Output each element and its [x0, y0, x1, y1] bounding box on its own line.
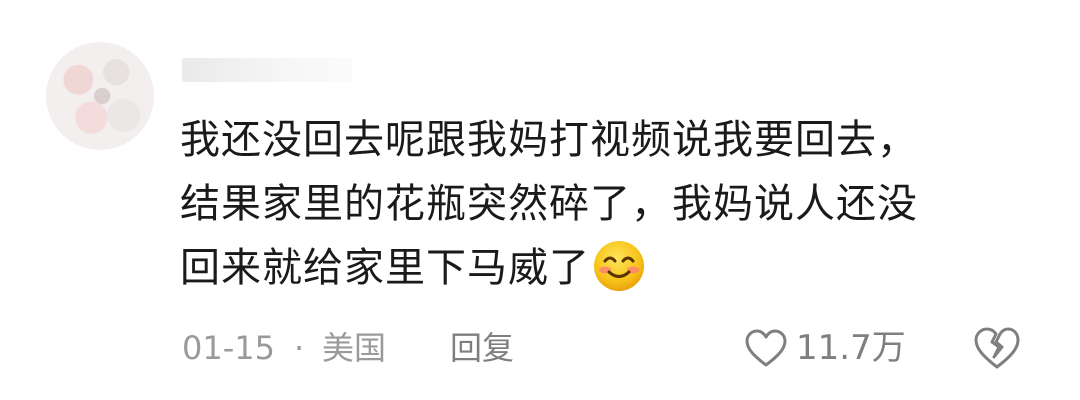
comment-text: 我还没回去呢跟我妈打视频说我要回去， 结果家里的花瓶突然碎了，我妈说人还没 回来… [180, 108, 1020, 300]
comment-text-line-3: 回来就给家里下马威了 [180, 236, 1020, 300]
heart-outline-icon [745, 329, 787, 367]
avatar[interactable] [46, 42, 154, 150]
broken-heart-icon [974, 327, 1020, 369]
comment-text-line-3-text: 回来就给家里下马威了 [180, 245, 590, 291]
username-blurred[interactable] [182, 58, 352, 82]
smiling-face-emoji-icon [592, 239, 646, 293]
reply-button[interactable]: 回复 [450, 323, 514, 373]
like-count: 11.7万 [796, 328, 906, 368]
comment-location: 美国 [322, 329, 387, 367]
comment-footer: 01-15 · 美国 回复 11.7万 [182, 323, 1042, 373]
dislike-button[interactable] [972, 325, 1022, 371]
comment-text-line-1: 我还没回去呢跟我妈打视频说我要回去， [180, 117, 918, 163]
comment-date: 01-15 [182, 329, 275, 367]
comment-text-line-2: 结果家里的花瓶突然碎了，我妈说人还没 [180, 181, 918, 227]
separator-dot: · [294, 329, 305, 367]
like-button[interactable]: 11.7万 [744, 323, 906, 373]
comment-item: 我还没回去呢跟我妈打视频说我要回去， 结果家里的花瓶突然碎了，我妈说人还没 回来… [0, 0, 1080, 400]
